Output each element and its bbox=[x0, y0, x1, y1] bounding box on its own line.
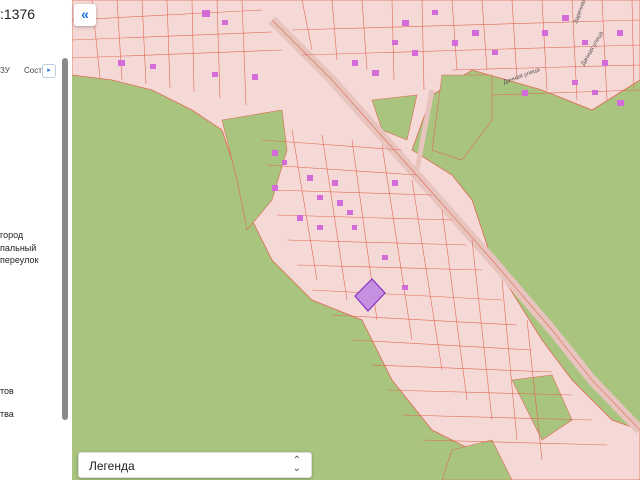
cadastral-number: :1376 bbox=[0, 6, 36, 22]
address-line-2: пальный bbox=[0, 243, 37, 253]
map-canvas[interactable]: Дачная улица Дачная улица Заречная улица bbox=[72, 0, 640, 480]
info-panel: :1376 ЗУ Сост ▸ город пальный переулок т… bbox=[0, 0, 72, 480]
cadastral-map[interactable]: Дачная улица Дачная улица Заречная улица bbox=[72, 0, 640, 480]
footer-line-2: тва bbox=[0, 409, 14, 419]
collapse-panel-button[interactable]: « bbox=[74, 4, 96, 26]
legend-dropdown[interactable]: Легенда ⌃ ⌄ bbox=[78, 452, 312, 478]
tab-sostav[interactable]: Сост bbox=[24, 66, 42, 75]
footer-line-1: тов bbox=[0, 386, 14, 396]
address-line-1: город bbox=[0, 230, 24, 240]
chevron-updown-icon: ⌃ ⌄ bbox=[292, 455, 301, 474]
tab-zu[interactable]: ЗУ bbox=[0, 66, 10, 75]
legend-label: Легенда bbox=[89, 459, 135, 473]
tabs-scroll-right-icon[interactable]: ▸ bbox=[42, 64, 56, 78]
address-line-3: переулок bbox=[0, 255, 39, 265]
panel-tabs: ЗУ Сост ▸ bbox=[0, 64, 64, 80]
panel-scrollbar[interactable] bbox=[62, 58, 68, 420]
